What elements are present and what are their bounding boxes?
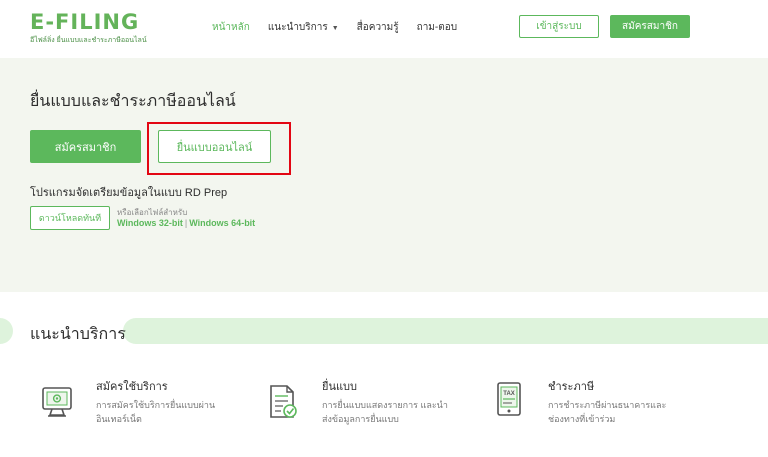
service-name: สมัครใช้บริการ (96, 381, 168, 393)
logo[interactable]: E-FILING อีไฟล์ลิ่ง ยื่นแบบและชำระภาษีออ… (30, 12, 147, 46)
download-now-button[interactable]: ดาวน์โหลดทันที (30, 206, 110, 230)
logo-text: E-FILING (30, 10, 140, 34)
nav-knowledge[interactable]: สื่อความรู้ (357, 20, 399, 35)
document-check-icon (270, 385, 297, 418)
link-separator: | (184, 218, 188, 228)
tax-text: TAX (503, 391, 515, 397)
hero-section: ยื่นแบบและชำระภาษีออนไลน์ สมัครสมาชิก ยื… (0, 58, 768, 292)
nav-home[interactable]: หน้าหลัก (212, 20, 250, 35)
page-title: ยื่นแบบและชำระภาษีออนไลน์ (30, 93, 236, 110)
service-desc: อินเทอร์เน็ต (96, 414, 142, 424)
service-name: ชำระภาษี (548, 381, 595, 393)
login-button[interactable]: เข้าสู่ระบบ (519, 15, 599, 38)
service-desc: การยื่นแบบแสดงรายการ และนำ (322, 400, 448, 410)
main-nav: หน้าหลัก แนะนำบริการ ▼ สื่อความรู้ ถาม-ตอ… (212, 20, 475, 35)
register-button[interactable]: สมัครสมาชิก (30, 130, 141, 163)
computer-at-icon (42, 387, 72, 417)
services-band (123, 318, 768, 344)
windows-64-link[interactable]: Windows 64-bit (189, 218, 255, 228)
service-name: ยื่นแบบ (322, 381, 358, 393)
rdprep-label: โปรแกรมจัดเตรียมข้อมูลในแบบ RD Prep (30, 187, 228, 199)
file-online-button[interactable]: ยื่นแบบออนไลน์ (158, 130, 271, 163)
tax-tablet-icon: TAX (497, 382, 521, 416)
logo-subtitle: อีไฟล์ลิ่ง ยื่นแบบและชำระภาษีออนไลน์ (30, 37, 147, 44)
service-desc: ช่องทางที่เข้าร่วม (548, 414, 616, 424)
nav-services[interactable]: แนะนำบริการ ▼ (268, 20, 339, 35)
service-desc: ส่งข้อมูลการยื่นแบบ (322, 414, 399, 424)
services-title: แนะนำบริการ (30, 326, 126, 343)
nav-faq[interactable]: ถาม-ตอบ (417, 20, 457, 35)
nav-services-label: แนะนำบริการ (267, 22, 328, 33)
service-desc: การสมัครใช้บริการยื่นแบบผ่าน (96, 400, 216, 410)
windows-links: Windows 32-bit | Windows 64-bit (117, 218, 255, 228)
register-button-header[interactable]: สมัครสมาชิก (610, 15, 690, 38)
service-desc: การชำระภาษีผ่านธนาคารและ (548, 400, 667, 410)
header: E-FILING อีไฟล์ลิ่ง ยื่นแบบและชำระภาษีออ… (0, 0, 768, 58)
windows-32-link[interactable]: Windows 32-bit (117, 218, 183, 228)
chevron-down-icon: ▼ (331, 25, 339, 32)
band-left-cap (0, 318, 13, 344)
